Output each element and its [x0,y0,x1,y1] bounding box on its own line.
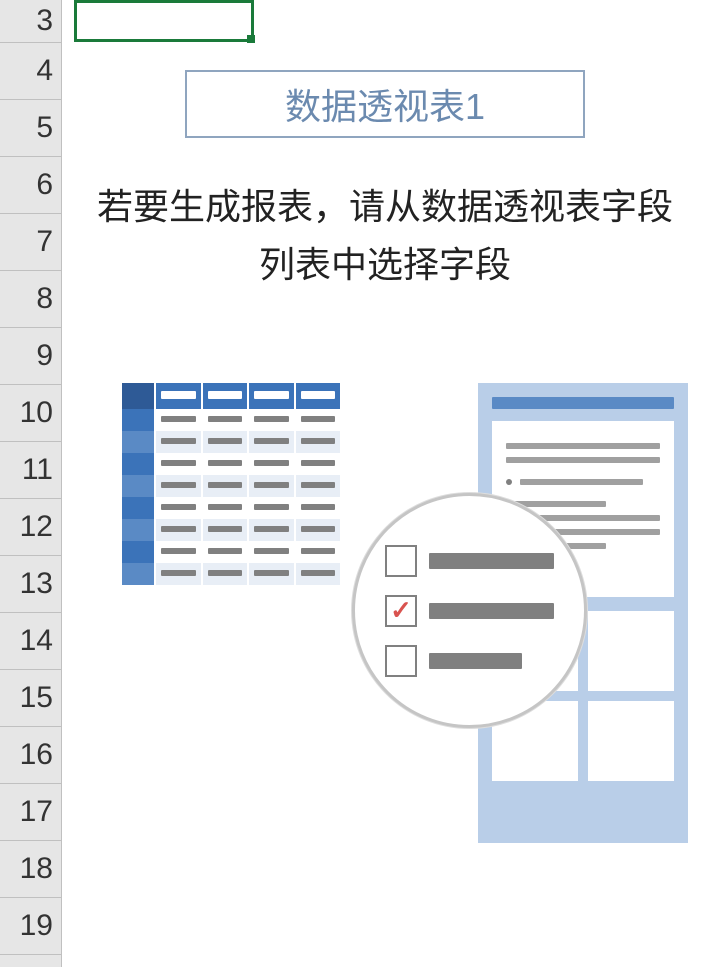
row-header[interactable]: 10 [0,385,61,442]
checkbox-checked-icon [385,595,417,627]
row-header[interactable]: 17 [0,784,61,841]
row-header[interactable]: 9 [0,328,61,385]
row-header[interactable]: 15 [0,670,61,727]
row-header[interactable]: 8 [0,271,61,328]
pivot-instruction: 若要生成报表，请从数据透视表字段列表中选择字段 [82,178,688,293]
row-header[interactable]: 13 [0,556,61,613]
fill-handle[interactable] [247,35,255,43]
row-header-column: 3 4 5 6 7 8 9 10 11 12 13 14 15 16 17 18… [0,0,62,967]
row-header[interactable]: 4 [0,43,61,100]
table-icon [122,383,342,585]
row-header[interactable]: 14 [0,613,61,670]
row-header[interactable]: 18 [0,841,61,898]
pivot-title: 数据透视表1 [185,70,585,138]
magnifier-icon [352,493,587,728]
pivot-table-placeholder[interactable]: 数据透视表1 若要生成报表，请从数据透视表字段列表中选择字段 [82,70,688,863]
row-header[interactable]: 5 [0,100,61,157]
row-header[interactable]: 16 [0,727,61,784]
checkbox-unchecked-icon [385,545,417,577]
pivot-illustration [82,383,688,863]
worksheet-area[interactable]: 数据透视表1 若要生成报表，请从数据透视表字段列表中选择字段 [62,0,708,967]
row-header[interactable]: 19 [0,898,61,955]
row-header[interactable]: 7 [0,214,61,271]
row-header[interactable]: 6 [0,157,61,214]
row-header[interactable]: 3 [0,0,61,43]
checkbox-unchecked-icon [385,645,417,677]
row-header[interactable]: 12 [0,499,61,556]
row-header[interactable]: 11 [0,442,61,499]
active-cell[interactable] [74,0,254,42]
